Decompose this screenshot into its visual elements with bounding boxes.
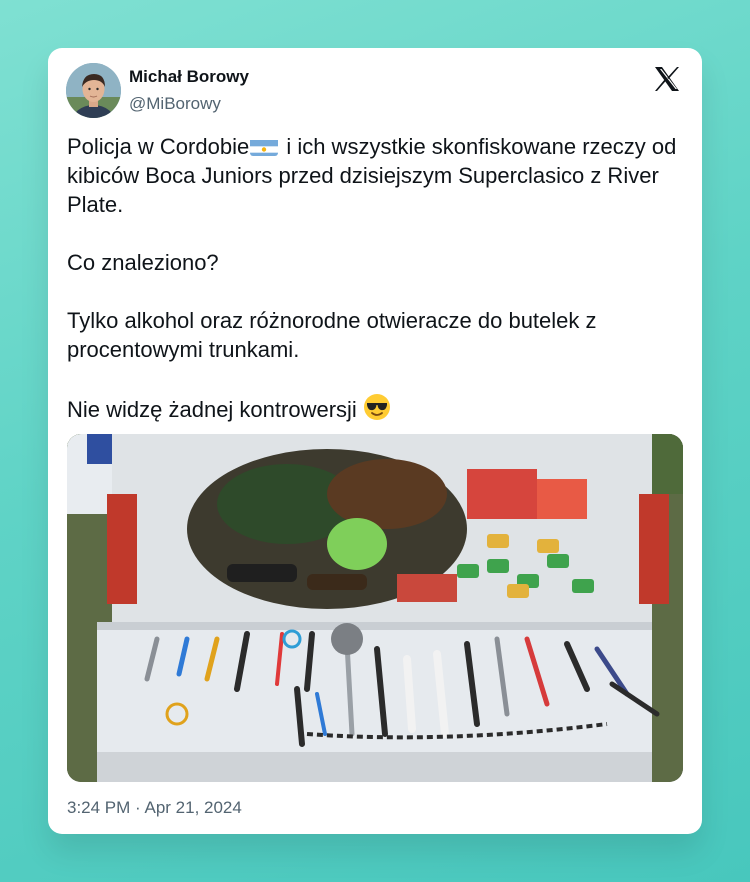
tweet-photo[interactable] <box>67 434 683 782</box>
tweet-text: Policja w Cordobie i ich wszystkie skonf… <box>67 132 687 424</box>
tweet-paragraph-2: Co znaleziono? <box>67 250 219 275</box>
tweet-card: Michał Borowy @MiBorowy Policja w Cordob… <box>48 48 702 834</box>
argentina-flag-icon <box>250 137 279 156</box>
author-handle[interactable]: @MiBorowy <box>129 94 221 114</box>
x-logo-icon[interactable] <box>652 64 682 94</box>
sunglasses-face-emoji <box>363 393 391 421</box>
tweet-text-part: Nie widzę żadnej kontrowersji <box>67 397 357 422</box>
tweet-timestamp[interactable]: 3:24 PM · Apr 21, 2024 <box>67 798 242 818</box>
tweet-text-part: Policja w Cordobie <box>67 134 250 159</box>
tweet-paragraph-1: Policja w Cordobie i ich wszystkie skonf… <box>67 132 687 219</box>
tweet-paragraph-4: Nie widzę żadnej kontrowersji <box>67 393 687 424</box>
author-name[interactable]: Michał Borowy <box>129 67 249 87</box>
photo-of-confiscated-items <box>67 434 683 782</box>
tweet-paragraph-3: Tylko alkohol oraz różnorodne otwieracze… <box>67 308 597 362</box>
author-avatar[interactable] <box>66 63 121 118</box>
